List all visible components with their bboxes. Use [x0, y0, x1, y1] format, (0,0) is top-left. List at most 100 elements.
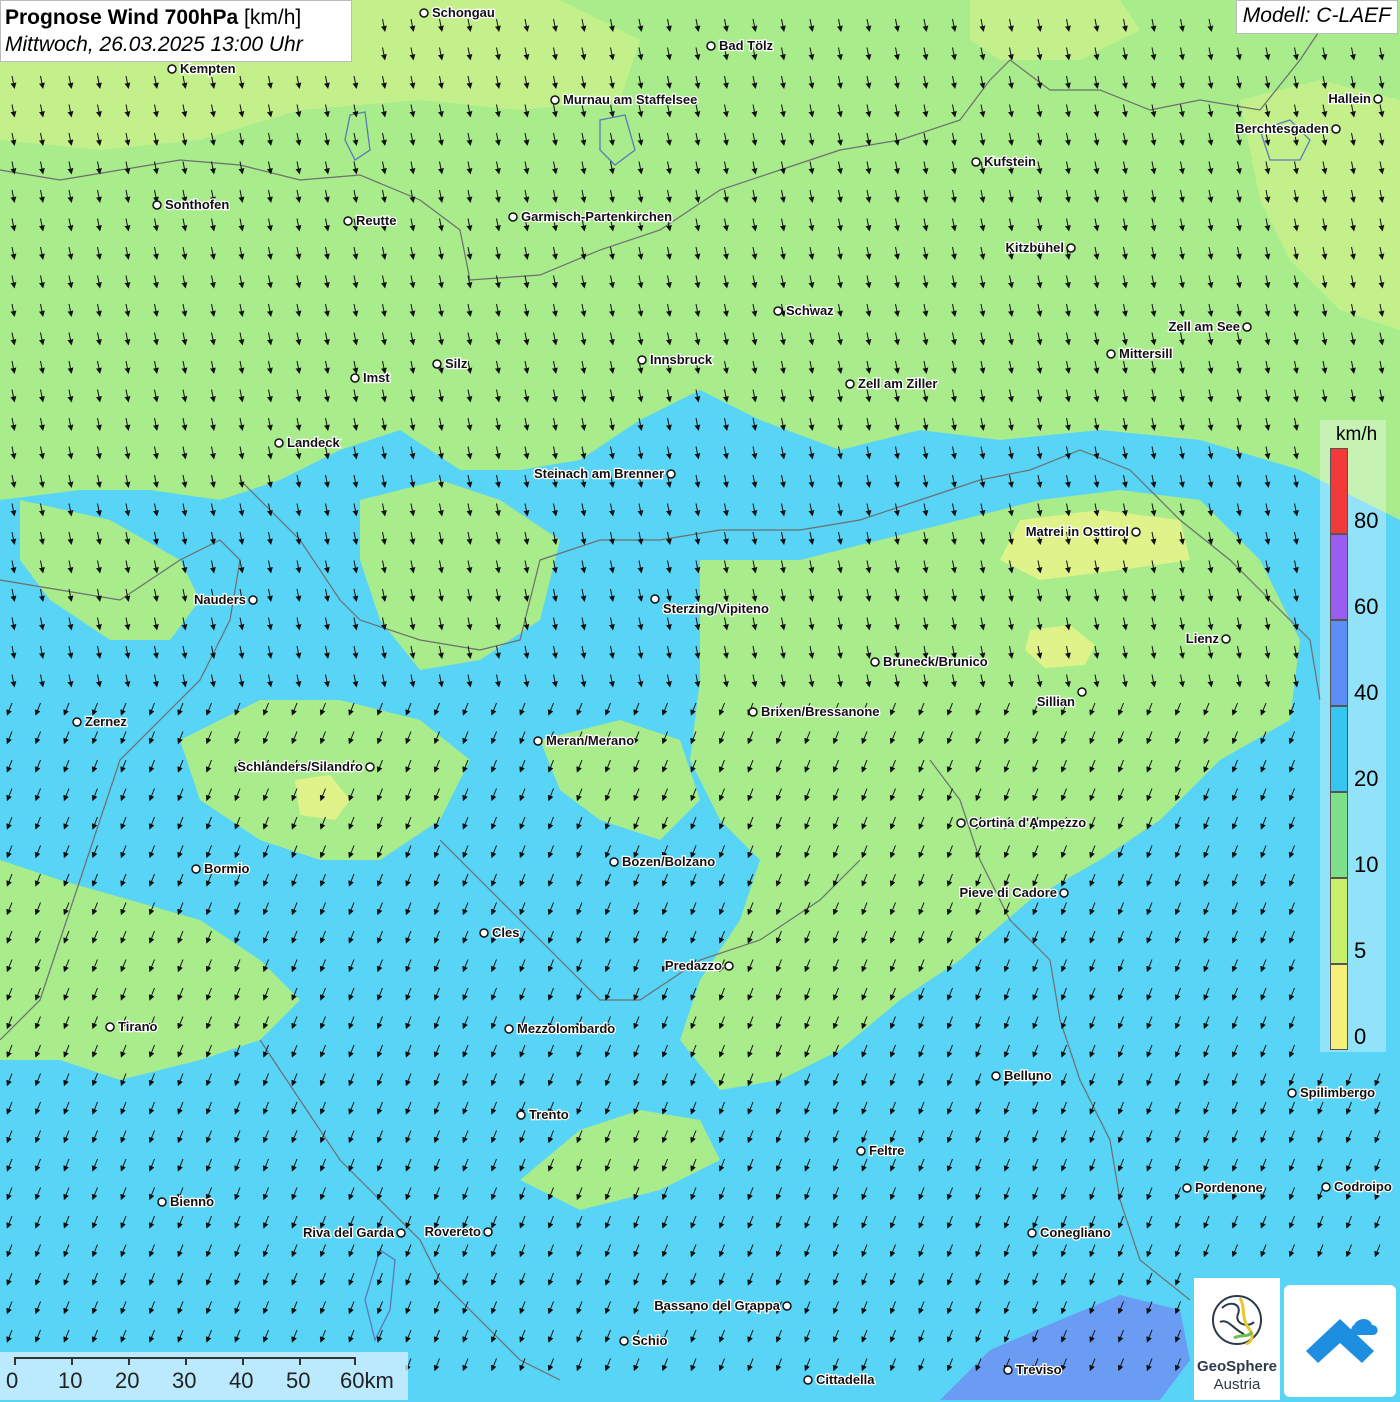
city-label: Pordenone: [1195, 1180, 1263, 1195]
legend-label-20: 20: [1354, 766, 1379, 791]
scale-label-10: 10: [58, 1368, 83, 1393]
scale-label-40: 40: [229, 1368, 254, 1393]
city-dot-icon: [724, 961, 734, 971]
legend-label-5: 5: [1354, 938, 1367, 963]
city-marker: Innsbruck: [637, 351, 714, 368]
map-title: Prognose Wind 700hPa [km/h]: [5, 4, 347, 32]
wind-map: Schongau Bad Tölz Kempten Murnau am Staffel…: [0, 0, 1400, 1400]
city-dot-icon: [72, 717, 82, 727]
legend-label-10: 10: [1354, 852, 1379, 877]
city-dot-icon: [343, 216, 353, 226]
city-label: Innsbruck: [650, 352, 713, 367]
city-dot-icon: [706, 41, 716, 51]
city-label: Bienno: [170, 1194, 214, 1209]
city-dot-icon: [1182, 1183, 1192, 1193]
city-marker: Brixen/Bressanone: [748, 703, 881, 720]
city-label: Bozen/Bolzano: [622, 854, 715, 869]
geosphere-logo[interactable]: GeoSphere Austria: [1194, 1278, 1280, 1400]
city-dot-icon: [773, 306, 783, 316]
city-dot-icon: [666, 469, 676, 479]
city-label: Treviso: [1016, 1362, 1062, 1377]
geosphere-country: Austria: [1213, 1376, 1261, 1393]
city-label: Rovereto: [425, 1224, 481, 1239]
city-marker: Zell am See: [1167, 318, 1252, 335]
city-marker: Steinach am Brenner: [533, 465, 676, 482]
city-dot-icon: [619, 1336, 629, 1346]
city-dot-icon: [504, 1024, 514, 1034]
city-label: Garmisch-Partenkirchen: [521, 209, 672, 224]
scale-label-30: 30: [172, 1368, 197, 1393]
city-dot-icon: [533, 736, 543, 746]
color-legend: km/h 80 60 40 20 10 5 0: [1320, 420, 1386, 1052]
legend-band-40: [1330, 620, 1348, 706]
city-label: Nauders: [194, 592, 246, 607]
city-dot-icon: [782, 1301, 792, 1311]
city-label: Murnau am Staffelsee: [563, 92, 697, 107]
city-label: Meran/Merano: [546, 733, 634, 748]
city-marker: Pordenone: [1182, 1179, 1264, 1196]
city-label: Silz: [445, 356, 468, 371]
city-marker: Bruneck/Brunico: [870, 653, 989, 670]
geosphere-emblem-icon: [1212, 1295, 1262, 1346]
city-label: Imst: [363, 370, 390, 385]
city-marker: Matrei in Osttirol: [1024, 523, 1141, 540]
city-dot-icon: [479, 928, 489, 938]
city-dot-icon: [167, 64, 177, 74]
legend-label-40: 40: [1354, 680, 1379, 705]
city-dot-icon: [152, 200, 162, 210]
city-label: Hallein: [1328, 91, 1371, 106]
app-logo[interactable]: [1284, 1285, 1396, 1397]
city-dot-icon: [432, 359, 442, 369]
city-dot-icon: [1242, 322, 1252, 332]
city-dot-icon: [1027, 1228, 1037, 1238]
city-marker: Spilimbergo: [1287, 1084, 1376, 1101]
city-label: Schlanders/Silandro: [237, 759, 363, 774]
city-marker: Riva del Garda: [302, 1224, 406, 1241]
city-label: Bruneck/Brunico: [883, 654, 988, 669]
city-dot-icon: [1059, 888, 1069, 898]
city-dot-icon: [1003, 1365, 1013, 1375]
city-dot-icon: [1373, 94, 1383, 104]
city-label: Bormio: [204, 861, 250, 876]
scale-label-20: 20: [115, 1368, 140, 1393]
city-dot-icon: [650, 594, 660, 604]
map-datetime: Mittwoch, 26.03.2025 13:00 Uhr: [5, 33, 303, 56]
legend-band-5: [1330, 878, 1348, 964]
scale-bar: 0 10 20 30 40 50 60km: [0, 1352, 408, 1400]
title-box: Prognose Wind 700hPa [km/h] Mittwoch, 26…: [0, 0, 352, 62]
city-label: Zell am Ziller: [858, 376, 937, 391]
city-label: Feltre: [869, 1143, 904, 1158]
city-dot-icon: [856, 1146, 866, 1156]
scale-label-60km: 60km: [340, 1368, 394, 1393]
city-label: Sterzing/Vipiteno: [663, 601, 769, 616]
city-marker: Pieve di Cadore: [958, 884, 1069, 901]
city-label: Steinach am Brenner: [534, 466, 664, 481]
city-dot-icon: [609, 857, 619, 867]
geosphere-name: GeoSphere: [1196, 1358, 1278, 1375]
scale-tick: [71, 1357, 73, 1365]
city-label: Schongau: [432, 5, 495, 20]
city-label: Bad Tölz: [719, 38, 774, 53]
city-label: Berchtesgaden: [1235, 121, 1329, 136]
city-label: Schwaz: [786, 303, 834, 318]
city-label: Lienz: [1186, 631, 1220, 646]
legend-unit: km/h: [1336, 424, 1378, 445]
city-dot-icon: [845, 379, 855, 389]
scale-tick: [242, 1357, 244, 1365]
city-label: Reutte: [356, 213, 396, 228]
city-label: Cittadella: [816, 1372, 875, 1387]
city-label: Zernez: [85, 714, 127, 729]
city-label: Spilimbergo: [1300, 1085, 1375, 1100]
city-marker: Bozen/Bolzano: [609, 853, 716, 870]
city-dot-icon: [248, 595, 258, 605]
city-dot-icon: [1287, 1088, 1297, 1098]
city-dot-icon: [365, 762, 375, 772]
city-dot-icon: [1131, 527, 1141, 537]
legend-band-20: [1330, 706, 1348, 792]
city-dot-icon: [991, 1071, 1001, 1081]
city-label: Belluno: [1004, 1068, 1052, 1083]
city-dot-icon: [350, 373, 360, 383]
legend-label-0: 0: [1354, 1024, 1367, 1049]
scale-tick: [299, 1357, 301, 1365]
city-dot-icon: [1221, 634, 1231, 644]
